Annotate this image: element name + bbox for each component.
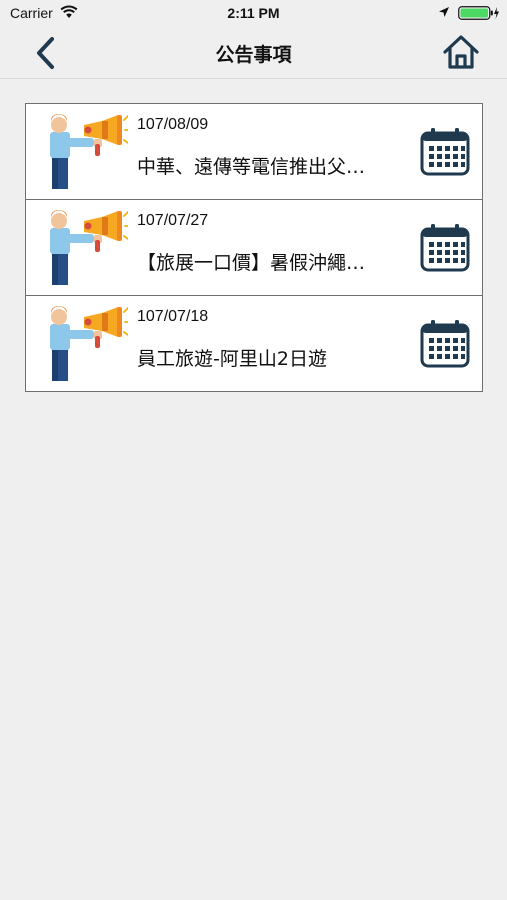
location-arrow-icon (439, 7, 449, 17)
calendar-icon[interactable] (420, 319, 470, 369)
status-time: 2:11 PM (227, 5, 280, 21)
announcement-item[interactable]: 107/08/09 中華、遠傳等電信推出父… (25, 103, 483, 200)
announcement-item[interactable]: 107/07/27 【旅展一口價】暑假沖繩… (25, 199, 483, 296)
announcement-list: 107/08/09 中華、遠傳等電信推出父… 107/07/27 【旅展一口價】… (25, 103, 483, 392)
page-title: 公告事項 (215, 44, 292, 66)
announcement-title: 【旅展一口價】暑假沖繩… (137, 252, 366, 274)
megaphone-person-icon (50, 306, 128, 381)
calendar-icon[interactable] (420, 223, 470, 273)
calendar-icon[interactable] (420, 127, 470, 177)
announcement-title: 員工旅遊-阿里山2日遊 (137, 348, 327, 370)
navigation-bar: 公告事項 (0, 28, 507, 79)
status-bar: Carrier 2:11 PM (0, 0, 507, 28)
battery-icon (458, 6, 499, 20)
announcement-item[interactable]: 107/07/18 員工旅遊-阿里山2日遊 (25, 295, 483, 392)
announcement-date: 107/07/27 (137, 212, 209, 229)
megaphone-person-icon (50, 210, 128, 285)
announcement-title: 中華、遠傳等電信推出父… (137, 156, 366, 178)
home-icon (443, 35, 479, 69)
home-button[interactable] (442, 34, 480, 70)
announcement-date: 107/07/18 (137, 308, 209, 325)
announcement-date: 107/08/09 (137, 116, 209, 133)
megaphone-person-icon (50, 114, 128, 189)
